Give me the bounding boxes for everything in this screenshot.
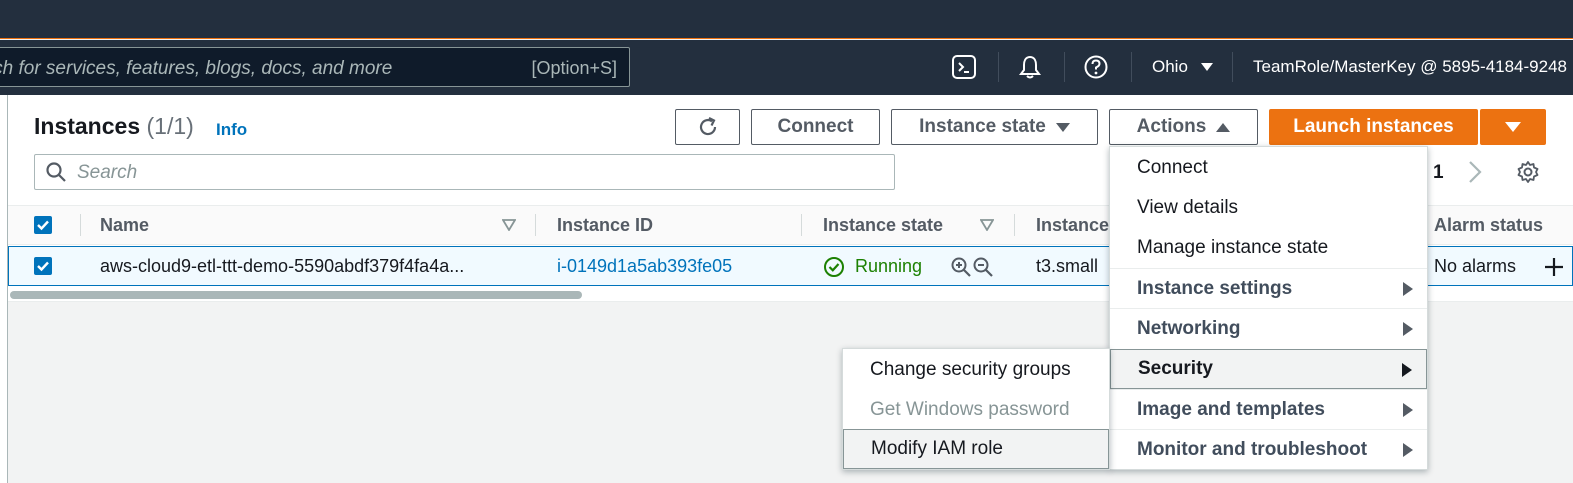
- search-placeholder: Search for services, features, blogs, do…: [0, 58, 393, 79]
- gear-icon[interactable]: [1516, 160, 1540, 184]
- caret-down-icon: [1055, 122, 1070, 132]
- submenu-arrow-icon: [1403, 322, 1413, 336]
- instance-search-input[interactable]: Search: [34, 154, 895, 190]
- add-alarm-icon[interactable]: [1544, 257, 1564, 277]
- menu-item-connect[interactable]: Connect: [1110, 148, 1427, 188]
- submenu-arrow-icon: [1403, 443, 1413, 457]
- submenu-arrow-icon: [1403, 403, 1413, 417]
- column-header-instance-id[interactable]: Instance ID: [557, 215, 653, 236]
- launch-instances-button[interactable]: Launch instances: [1269, 109, 1478, 145]
- chevron-right-icon[interactable]: [1468, 160, 1482, 184]
- nav-divider: [1131, 52, 1132, 82]
- top-strip: [0, 0, 1573, 39]
- bell-icon[interactable]: [1017, 54, 1043, 80]
- actions-button[interactable]: Actions: [1109, 109, 1258, 145]
- search-shortcut: [Option+S]: [531, 58, 617, 78]
- actions-menu: Connect View details Manage instance sta…: [1109, 146, 1428, 470]
- launch-options-button[interactable]: [1480, 109, 1546, 145]
- region-selector[interactable]: Ohio: [1152, 57, 1213, 77]
- check-icon: [37, 220, 49, 231]
- column-header-alarm-status[interactable]: Alarm status: [1434, 215, 1543, 236]
- status-success-icon: [824, 257, 844, 277]
- column-divider: [535, 214, 536, 236]
- search-icon: [46, 162, 66, 182]
- current-page[interactable]: 1: [1433, 162, 1444, 184]
- page-title: Instances (1/1): [34, 113, 194, 139]
- info-link[interactable]: Info: [216, 120, 247, 140]
- sort-icon[interactable]: [980, 219, 994, 231]
- column-divider: [80, 214, 81, 236]
- menu-item-manage-instance-state[interactable]: Manage instance state: [1110, 228, 1427, 268]
- column-header-name[interactable]: Name: [100, 215, 149, 236]
- cloudshell-icon[interactable]: [951, 54, 977, 80]
- column-divider: [801, 214, 802, 236]
- instance-id-link[interactable]: i-0149d1a5ab393fe05: [557, 256, 732, 277]
- column-divider: [1014, 214, 1015, 236]
- nav-divider: [998, 52, 999, 82]
- select-all-checkbox[interactable]: [34, 216, 52, 234]
- check-icon: [37, 261, 49, 272]
- menu-item-modify-iam-role[interactable]: Modify IAM role: [843, 429, 1109, 469]
- security-submenu: Change security groups Get Windows passw…: [842, 348, 1110, 470]
- alarm-status-value: No alarms: [1434, 256, 1517, 276]
- nav-divider: [1232, 52, 1233, 82]
- menu-group-networking[interactable]: Networking: [1110, 308, 1427, 348]
- menu-group-image-and-templates[interactable]: Image and templates: [1110, 389, 1427, 429]
- instance-state-value: Running: [855, 256, 923, 276]
- help-icon[interactable]: [1083, 54, 1109, 80]
- menu-item-get-windows-password: Get Windows password: [870, 399, 1070, 420]
- refresh-icon: [699, 117, 716, 136]
- column-header-instance-type[interactable]: Instance: [1036, 215, 1109, 236]
- nav-divider: [1064, 52, 1065, 82]
- instance-count: (1/1): [146, 113, 194, 139]
- caret-up-icon: [1216, 122, 1231, 132]
- refresh-button[interactable]: [675, 109, 740, 145]
- global-nav-bar: Search for services, features, blogs, do…: [0, 40, 1573, 95]
- menu-group-security[interactable]: Security: [1110, 349, 1427, 389]
- submenu-arrow-icon: [1402, 363, 1412, 377]
- zoom-out-icon[interactable]: [972, 256, 994, 278]
- column-header-instance-state[interactable]: Instance state: [823, 215, 943, 236]
- zoom-in-icon[interactable]: [950, 256, 972, 278]
- menu-item-change-security-groups[interactable]: Change security groups: [843, 350, 1109, 390]
- account-menu[interactable]: TeamRole/MasterKey @ 5895-4184-9248: [1253, 57, 1567, 77]
- instance-name: aws-cloud9-etl-ttt-demo-5590abdf379f4fa4…: [100, 256, 465, 276]
- horizontal-scrollbar[interactable]: [10, 291, 582, 299]
- row-checkbox[interactable]: [34, 257, 52, 275]
- connect-button[interactable]: Connect: [751, 109, 880, 145]
- caret-down-icon: [1505, 122, 1521, 132]
- sort-icon[interactable]: [502, 219, 516, 231]
- left-rail: [0, 95, 8, 483]
- menu-item-view-details[interactable]: View details: [1110, 188, 1427, 228]
- menu-group-instance-settings[interactable]: Instance settings: [1110, 268, 1427, 308]
- service-search-input[interactable]: Search for services, features, blogs, do…: [0, 47, 630, 87]
- instance-type-value: t3.small: [1036, 256, 1099, 276]
- instance-state-button[interactable]: Instance state: [891, 109, 1098, 145]
- submenu-arrow-icon: [1403, 282, 1413, 296]
- search-placeholder: Search: [77, 162, 138, 183]
- caret-down-icon: [1200, 63, 1213, 71]
- menu-group-monitor-and-troubleshoot[interactable]: Monitor and troubleshoot: [1110, 429, 1427, 469]
